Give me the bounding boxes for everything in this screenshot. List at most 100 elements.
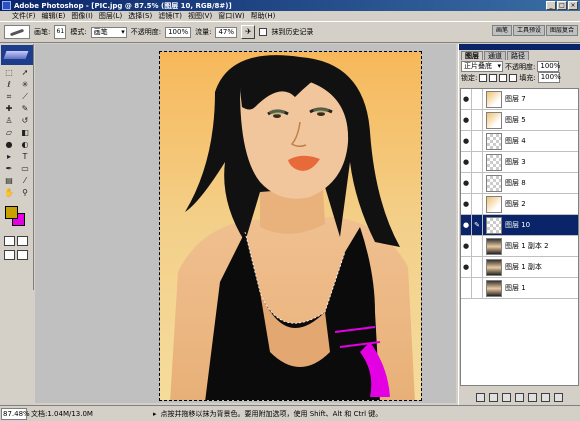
screen-mode-standard-icon[interactable] bbox=[4, 250, 15, 260]
maximize-button[interactable]: □ bbox=[557, 1, 567, 10]
tab-layers[interactable]: 图层 bbox=[461, 51, 483, 60]
layer-row[interactable]: ● ✎ 图层 10 bbox=[461, 214, 578, 236]
visibility-eye-icon[interactable]: ● bbox=[461, 130, 472, 152]
layer-link-icon[interactable] bbox=[472, 277, 483, 299]
tab-paths[interactable]: 路径 bbox=[507, 51, 529, 60]
gradient-tool-icon[interactable]: ◧ bbox=[17, 127, 33, 139]
layer-link-icon[interactable] bbox=[472, 89, 483, 110]
crop-tool-icon[interactable]: ⌗ bbox=[1, 91, 17, 103]
adobe-online-icon[interactable] bbox=[1, 45, 33, 65]
brush-tool-icon[interactable]: ✎ bbox=[17, 103, 33, 115]
mode-select[interactable]: 画笔 bbox=[90, 26, 127, 38]
zoom-field[interactable]: 87.48% bbox=[1, 407, 30, 420]
lasso-tool-icon[interactable]: ℓ bbox=[1, 79, 17, 91]
layer-link-icon[interactable] bbox=[472, 109, 483, 131]
blur-tool-icon[interactable]: ● bbox=[1, 139, 17, 151]
layer-row[interactable]: ● 图层 3 bbox=[461, 151, 578, 173]
history-brush-icon[interactable]: ↺ bbox=[17, 115, 33, 127]
layer-row[interactable]: ● 图层 5 bbox=[461, 109, 578, 131]
menu-edit[interactable]: 编辑(E) bbox=[42, 11, 66, 21]
trash-icon[interactable] bbox=[554, 392, 563, 402]
visibility-eye-icon[interactable]: ● bbox=[461, 109, 472, 131]
eraser-tool-icon[interactable]: ▱ bbox=[1, 127, 17, 139]
shape-tool-icon[interactable]: ▭ bbox=[17, 163, 33, 175]
screen-mode-full-icon[interactable] bbox=[17, 250, 28, 260]
brush-size-picker[interactable]: 61 bbox=[54, 25, 67, 39]
menu-layer[interactable]: 图层(L) bbox=[99, 11, 122, 21]
palette-well-layer-comps[interactable]: 图层复合 bbox=[545, 25, 578, 36]
lock-position-icon[interactable] bbox=[499, 73, 508, 82]
status-menu-icon[interactable]: ▸ bbox=[153, 410, 157, 418]
close-button[interactable]: × bbox=[568, 1, 578, 10]
new-layer-icon[interactable] bbox=[541, 392, 550, 402]
visibility-eye-icon[interactable]: ● bbox=[461, 172, 472, 194]
minimize-button[interactable]: _ bbox=[546, 1, 556, 10]
visibility-eye-icon[interactable]: ● bbox=[461, 256, 472, 278]
menu-image[interactable]: 图像(I) bbox=[71, 11, 93, 21]
layer-link-icon[interactable] bbox=[472, 130, 483, 152]
eyedropper-icon[interactable]: ⁄ bbox=[17, 175, 33, 187]
menu-select[interactable]: 选择(S) bbox=[128, 11, 152, 21]
layer-row[interactable]: ● 图层 1 副本 2 bbox=[461, 235, 578, 257]
visibility-eye-icon[interactable]: ● bbox=[461, 89, 472, 110]
layer-row[interactable]: ● 图层 2 bbox=[461, 193, 578, 215]
move-tool-icon[interactable]: ➚ bbox=[17, 67, 33, 79]
layer-link-icon[interactable] bbox=[472, 235, 483, 257]
layer-row[interactable]: 图层 1 bbox=[461, 277, 578, 299]
layer-link-icon[interactable]: ✎ bbox=[472, 214, 483, 236]
layer-link-icon[interactable] bbox=[472, 256, 483, 278]
visibility-eye-icon[interactable] bbox=[461, 277, 472, 299]
notes-tool-icon[interactable]: ▤ bbox=[1, 175, 17, 187]
standard-mode-icon[interactable] bbox=[4, 236, 15, 246]
menu-help[interactable]: 帮助(H) bbox=[251, 11, 276, 21]
layer-row[interactable]: ● 图层 8 bbox=[461, 172, 578, 194]
layer-mask-icon[interactable] bbox=[502, 392, 511, 402]
tool-preset-picker[interactable] bbox=[4, 25, 30, 39]
menu-window[interactable]: 窗口(W) bbox=[218, 11, 244, 21]
hand-tool-icon[interactable]: ✋ bbox=[1, 187, 17, 199]
path-select-icon[interactable]: ▸ bbox=[1, 151, 17, 163]
layer-row[interactable]: ● 图层 4 bbox=[461, 130, 578, 152]
layer-row[interactable]: ● 图层 7 bbox=[461, 89, 578, 110]
document-info[interactable]: 文档:1.04M/13.0M bbox=[31, 409, 149, 419]
visibility-eye-icon[interactable]: ● bbox=[461, 214, 472, 236]
menu-filter[interactable]: 滤镜(T) bbox=[158, 11, 182, 21]
marquee-tool-icon[interactable]: ⬚ bbox=[1, 67, 17, 79]
dodge-tool-icon[interactable]: ◐ bbox=[17, 139, 33, 151]
foreground-color[interactable] bbox=[5, 206, 18, 219]
adjustment-layer-icon[interactable] bbox=[528, 392, 537, 402]
palette-well-brushes[interactable]: 画笔 bbox=[491, 25, 512, 36]
fill-field[interactable]: 100% bbox=[537, 72, 561, 83]
airbrush-icon[interactable]: ✈ bbox=[241, 25, 256, 39]
layer-opacity-field[interactable]: 100% bbox=[537, 61, 560, 72]
opacity-field[interactable]: 100% bbox=[165, 26, 192, 38]
pen-tool-icon[interactable]: ✒ bbox=[1, 163, 17, 175]
type-tool-icon[interactable]: T bbox=[17, 151, 33, 163]
blend-mode-select[interactable]: 正片叠底 bbox=[461, 61, 503, 72]
lock-transparency-icon[interactable] bbox=[479, 73, 488, 82]
visibility-eye-icon[interactable]: ● bbox=[461, 235, 472, 257]
menu-view[interactable]: 视图(V) bbox=[188, 11, 212, 21]
menu-file[interactable]: 文件(F) bbox=[12, 11, 36, 21]
document-canvas[interactable] bbox=[159, 51, 422, 401]
layer-row[interactable]: ● 图层 1 副本 bbox=[461, 256, 578, 278]
link-layers-icon[interactable] bbox=[476, 392, 485, 402]
tab-channels[interactable]: 通道 bbox=[484, 51, 506, 60]
new-set-icon[interactable] bbox=[515, 392, 524, 402]
layer-link-icon[interactable] bbox=[472, 172, 483, 194]
visibility-eye-icon[interactable]: ● bbox=[461, 151, 472, 173]
magic-wand-icon[interactable]: ✳ bbox=[17, 79, 33, 91]
quick-mask-icon[interactable] bbox=[17, 236, 28, 246]
lock-pixels-icon[interactable] bbox=[489, 73, 498, 82]
slice-tool-icon[interactable]: ⟋ bbox=[17, 91, 33, 103]
clone-stamp-icon[interactable]: ♙ bbox=[1, 115, 17, 127]
erase-to-history-checkbox[interactable] bbox=[259, 28, 268, 36]
visibility-eye-icon[interactable]: ● bbox=[461, 193, 472, 215]
layer-style-icon[interactable] bbox=[489, 392, 498, 402]
healing-brush-icon[interactable]: ✚ bbox=[1, 103, 17, 115]
flow-field[interactable]: 47% bbox=[215, 26, 238, 38]
zoom-tool-icon[interactable]: ⚲ bbox=[17, 187, 33, 199]
lock-all-icon[interactable] bbox=[509, 73, 518, 82]
layer-link-icon[interactable] bbox=[472, 151, 483, 173]
layer-link-icon[interactable] bbox=[472, 193, 483, 215]
